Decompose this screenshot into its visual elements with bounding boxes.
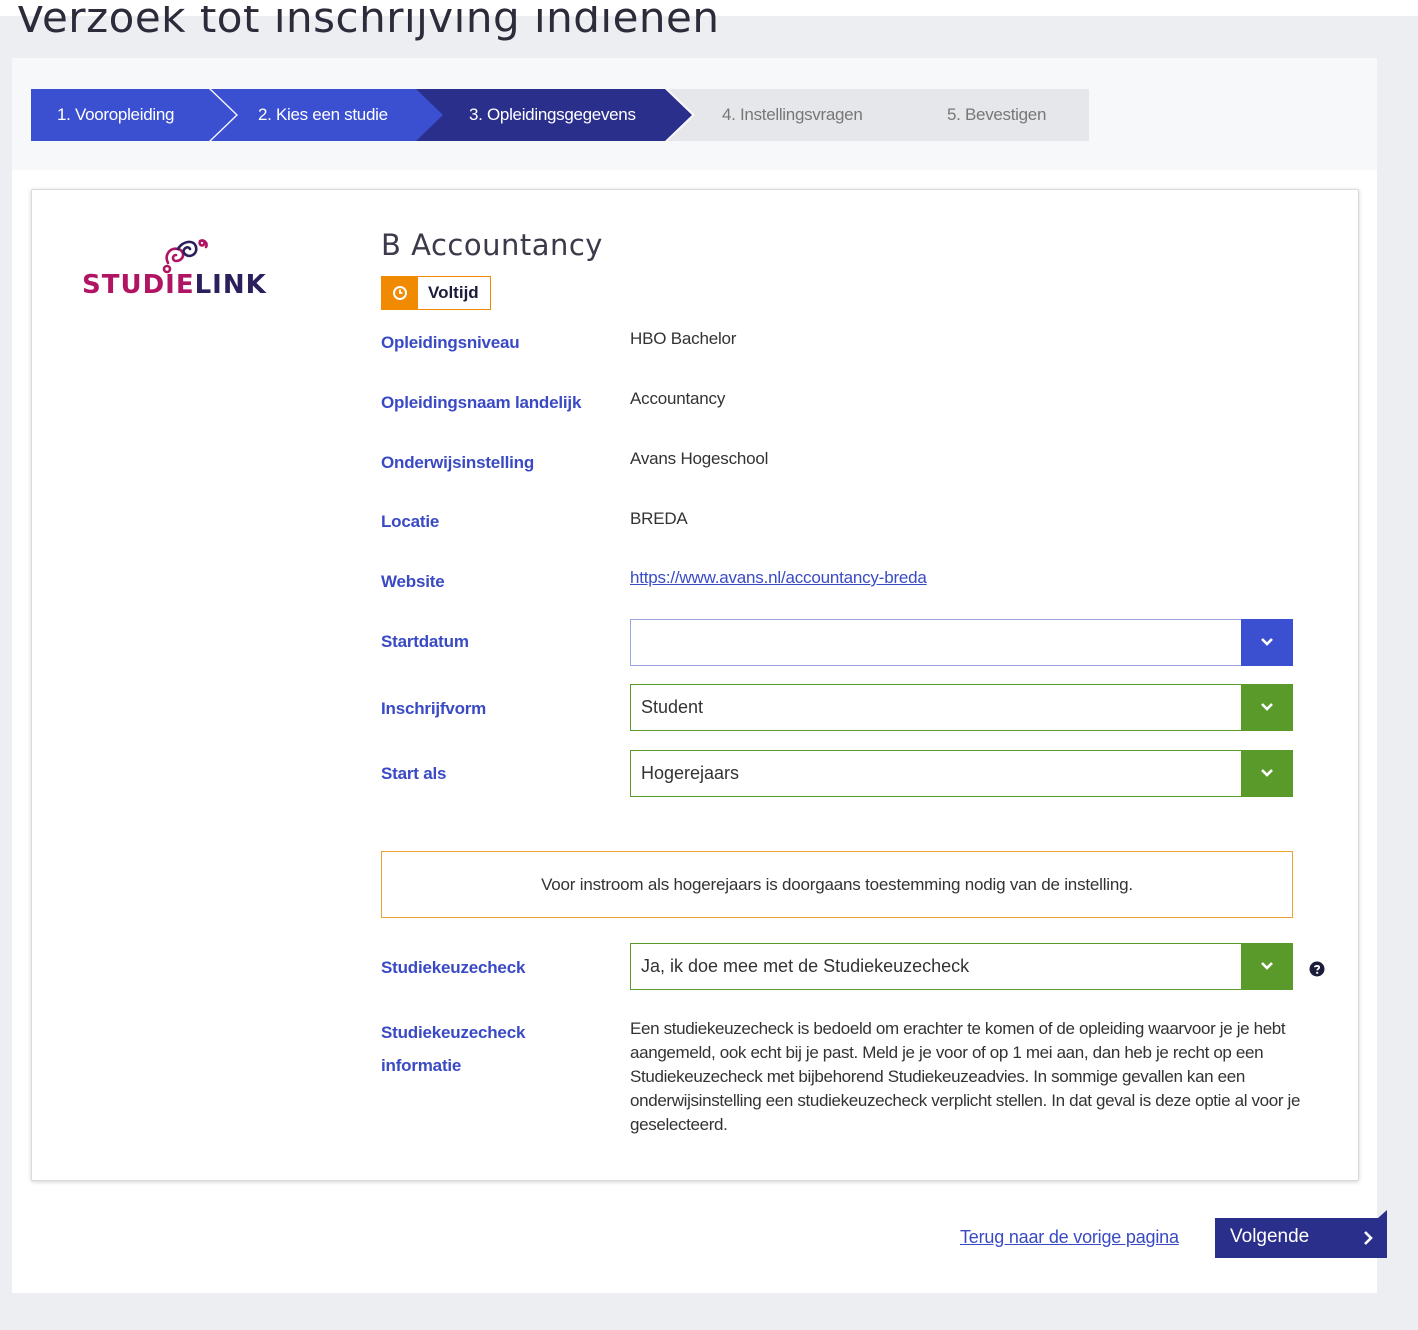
institution-value: Avans Hogeschool bbox=[630, 449, 769, 468]
notice-hogerejaars: Voor instroom als hogerejaars is doorgaa… bbox=[381, 851, 1293, 918]
next-button[interactable]: Volgende bbox=[1215, 1210, 1387, 1258]
check-info-label-line2: informatie bbox=[381, 1056, 462, 1075]
enrol-form-select[interactable]: Student bbox=[630, 684, 1293, 731]
chevron-right-icon bbox=[1364, 1231, 1373, 1245]
next-button-label: Volgende bbox=[1230, 1226, 1310, 1247]
step-label: 2. Kies een studie bbox=[258, 105, 388, 124]
step-opleidingsgegevens[interactable]: 3. Opleidingsgegevens bbox=[416, 89, 692, 141]
wordmark-part2: LINK bbox=[194, 270, 267, 300]
help-icon[interactable] bbox=[1309, 961, 1325, 977]
check-info-text: Een studiekeuzecheck is bedoeld om erach… bbox=[630, 1019, 1301, 1134]
step-label: 1. Vooropleiding bbox=[57, 105, 175, 124]
check-label: Studiekeuzecheck bbox=[381, 958, 526, 977]
page-title: Verzoek tot inschrijving indienen bbox=[16, 0, 720, 42]
button-corner bbox=[1378, 1210, 1387, 1218]
location-label: Locatie bbox=[381, 512, 440, 531]
step-label: 4. Instellingsvragen bbox=[722, 105, 863, 124]
step-bevestigen: 5. Bevestigen bbox=[897, 89, 1089, 141]
website-link[interactable]: https://www.avans.nl/accountancy-breda bbox=[630, 568, 927, 587]
start-date-label: Startdatum bbox=[381, 632, 469, 651]
website-label: Website bbox=[381, 572, 445, 591]
check-info-label-line1: Studiekeuzecheck bbox=[381, 1023, 526, 1042]
institution-label: Onderwijsinstelling bbox=[381, 453, 535, 472]
clock-icon bbox=[382, 277, 418, 309]
programme-title: B Accountancy bbox=[381, 228, 603, 262]
level-label: Opleidingsniveau bbox=[381, 333, 520, 352]
check-dropdown-button[interactable] bbox=[1241, 943, 1293, 990]
chevron-down-icon bbox=[1261, 638, 1273, 646]
study-mode-badge: Voltijd bbox=[381, 276, 491, 310]
start-date-select[interactable] bbox=[630, 619, 1293, 666]
step-instellingsvragen: 4. Instellingsvragen bbox=[668, 89, 927, 141]
chevron-down-icon bbox=[1261, 962, 1273, 970]
national-name-value: Accountancy bbox=[630, 389, 726, 408]
start-as-value: Hogerejaars bbox=[641, 763, 740, 783]
enrol-form-value: Student bbox=[641, 697, 704, 717]
enrol-form-dropdown-button[interactable] bbox=[1241, 684, 1293, 731]
step-label: 5. Bevestigen bbox=[947, 105, 1047, 124]
page-title-crop bbox=[0, 0, 1418, 6]
enrol-form-label: Inschrijfvorm bbox=[381, 699, 487, 718]
check-value: Ja, ik doe mee met de Studiekeuzecheck bbox=[641, 956, 970, 976]
step-label: 3. Opleidingsgegevens bbox=[469, 105, 636, 124]
back-link[interactable]: Terug naar de vorige pagina bbox=[960, 1227, 1179, 1248]
start-as-dropdown-button[interactable] bbox=[1241, 750, 1293, 797]
badge-label: Voltijd bbox=[428, 283, 479, 302]
check-select[interactable]: Ja, ik doe mee met de Studiekeuzecheck bbox=[630, 943, 1293, 990]
progress-stepper: 1. Vooropleiding 2. Kies een studie 3. O… bbox=[31, 89, 1089, 141]
chevron-down-icon bbox=[1261, 769, 1273, 777]
start-as-select[interactable]: Hogerejaars bbox=[630, 750, 1293, 797]
step-vooropleiding[interactable]: 1. Vooropleiding bbox=[31, 89, 236, 141]
national-name-label: Opleidingsnaam landelijk bbox=[381, 393, 582, 412]
location-value: BREDA bbox=[630, 509, 688, 528]
wordmark-part1: STUDIE bbox=[82, 270, 195, 300]
chevron-down-icon bbox=[1261, 703, 1273, 711]
studielink-wordmark: STUDIELINK bbox=[82, 270, 267, 300]
level-value: HBO Bachelor bbox=[630, 329, 737, 348]
start-as-label: Start als bbox=[381, 764, 447, 783]
start-date-dropdown-button[interactable] bbox=[1241, 619, 1293, 666]
